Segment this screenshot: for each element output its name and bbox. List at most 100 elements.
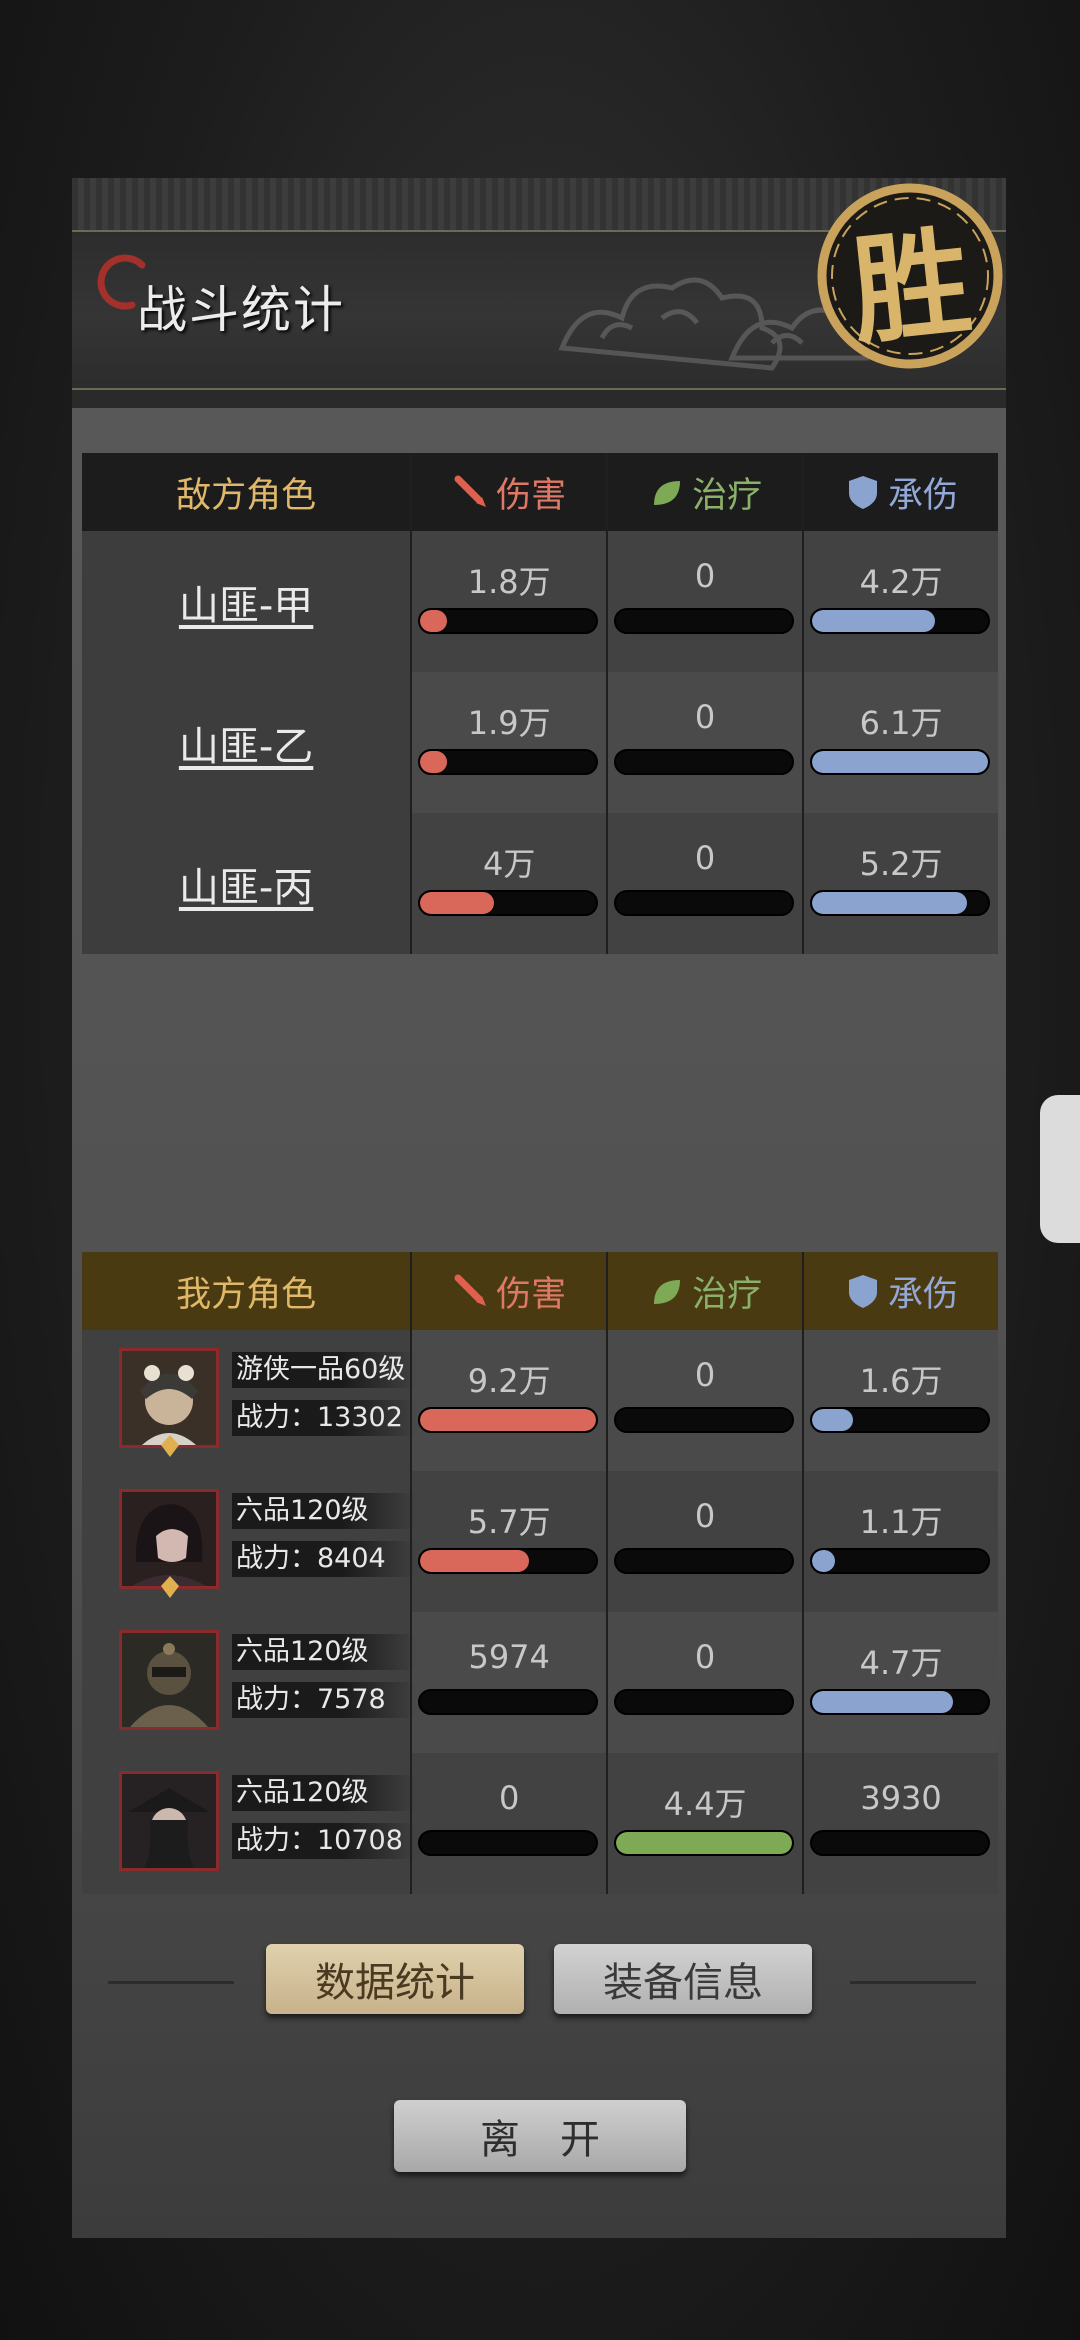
ally-row: 六品120级 战力：10708 0 4.4万 3930 — [82, 1753, 998, 1894]
sword-icon — [454, 1274, 487, 1306]
tank-bar — [810, 1689, 991, 1715]
tank-value: 4.2万 — [859, 563, 943, 601]
tank-bar-fill — [812, 1691, 953, 1713]
tank-value: 4.7万 — [859, 1644, 943, 1682]
enemy-row: 山匪-甲 1.8万 0 4.2万 — [82, 531, 998, 672]
damage-stat-cell: 5974 — [410, 1612, 606, 1753]
enemy-name-link[interactable]: 山匪-乙 — [179, 714, 313, 772]
shield-icon — [849, 1275, 878, 1308]
hero-power: 战力：8404 — [232, 1541, 416, 1577]
leaf-icon — [654, 1280, 681, 1304]
damage-stat-cell: 1.9万 — [410, 672, 606, 813]
enemy-name-link[interactable]: 山匪-丙 — [179, 855, 313, 913]
tank-bar-fill — [812, 1409, 853, 1431]
heal-bar — [614, 1830, 795, 1856]
tank-column-header: 承伤 — [802, 453, 998, 531]
hero-rank-level: 六品120级 — [232, 1493, 416, 1529]
hero-power: 战力：7578 — [232, 1682, 416, 1718]
damage-column-header: 伤害 — [410, 1252, 606, 1330]
hero-avatar[interactable] — [119, 1771, 219, 1871]
damage-bar-fill — [420, 1550, 530, 1572]
damage-value: 1.9万 — [467, 704, 551, 742]
damage-bar — [418, 1830, 599, 1856]
heal-bar — [614, 749, 795, 775]
tank-bar — [810, 890, 991, 916]
heal-value: 0 — [694, 1356, 716, 1394]
divider-left — [108, 1981, 234, 1984]
damage-column-header: 伤害 — [410, 453, 606, 531]
damage-bar — [418, 1689, 599, 1715]
tank-value: 6.1万 — [859, 704, 943, 742]
tank-stat-cell: 6.1万 — [802, 672, 998, 813]
heal-value: 0 — [694, 1497, 716, 1535]
tank-bar — [810, 608, 991, 634]
hero-rank-level: 游侠一品60级 — [232, 1352, 416, 1388]
heal-stat-cell: 0 — [606, 672, 802, 813]
ally-stats-table: 我方角色 伤害 治疗 承伤 游侠一品60级 战力：13302 9.2万 0 1.6万 六品… — [82, 1252, 998, 1894]
enemy-table-header: 敌方角色 伤害 治疗 承伤 — [82, 453, 998, 531]
page-title: 战斗统计 — [137, 281, 345, 339]
tank-stat-cell: 3930 — [802, 1753, 998, 1894]
heal-bar — [614, 890, 795, 916]
damage-value: 0 — [498, 1779, 520, 1817]
tank-value: 1.6万 — [859, 1362, 943, 1400]
heal-bar — [614, 1689, 795, 1715]
data-stats-button[interactable]: 数据统计 — [266, 1944, 524, 2014]
hero-power: 战力：13302 — [232, 1400, 416, 1436]
rank-badge-icon — [161, 1576, 179, 1598]
divider-right — [850, 1981, 976, 1984]
ally-row: 六品120级 战力：7578 5974 0 4.7万 — [82, 1612, 998, 1753]
tank-stat-cell: 1.1万 — [802, 1471, 998, 1612]
damage-bar — [418, 1548, 599, 1574]
hero-power: 战力：10708 — [232, 1823, 416, 1859]
shield-icon — [849, 476, 878, 509]
rank-badge-icon — [161, 1435, 179, 1457]
hero-avatar[interactable] — [119, 1489, 219, 1589]
heal-value: 0 — [694, 698, 716, 736]
tank-stat-cell: 1.6万 — [802, 1330, 998, 1471]
enemy-section-label: 敌方角色 — [176, 475, 317, 516]
tank-bar-fill — [812, 751, 989, 773]
heal-value: 0 — [694, 839, 716, 877]
tank-column-header: 承伤 — [802, 1252, 998, 1330]
tank-value: 1.1万 — [859, 1503, 943, 1541]
tank-value: 3930 — [860, 1779, 942, 1817]
ally-row: 游侠一品60级 战力：13302 9.2万 0 1.6万 — [82, 1330, 998, 1471]
heal-stat-cell: 0 — [606, 531, 802, 672]
damage-bar — [418, 890, 599, 916]
damage-stat-cell: 4万 — [410, 813, 606, 954]
side-drawer-handle[interactable] — [1040, 1095, 1080, 1243]
enemy-name-link[interactable]: 山匪-甲 — [179, 573, 313, 631]
damage-bar — [418, 749, 599, 775]
heal-stat-cell: 4.4万 — [606, 1753, 802, 1894]
heal-bar — [614, 1407, 795, 1433]
tank-bar-fill — [812, 892, 967, 914]
damage-value: 5.7万 — [467, 1503, 551, 1541]
ally-section-label: 我方角色 — [176, 1274, 317, 1315]
damage-bar-fill — [420, 1409, 597, 1431]
enemy-row: 山匪-丙 4万 0 5.2万 — [82, 813, 998, 954]
heal-stat-cell: 0 — [606, 1612, 802, 1753]
tank-bar — [810, 749, 991, 775]
heal-bar — [614, 608, 795, 634]
damage-bar-fill — [420, 610, 447, 632]
hero-avatar[interactable] — [119, 1348, 219, 1448]
tank-bar — [810, 1548, 991, 1574]
leaf-icon — [654, 481, 681, 505]
heal-column-header: 治疗 — [606, 453, 802, 531]
heal-value: 4.4万 — [663, 1785, 747, 1823]
tank-bar — [810, 1830, 991, 1856]
hero-avatar[interactable] — [119, 1630, 219, 1730]
leave-button[interactable]: 离开 — [394, 2100, 686, 2172]
heal-stat-cell: 0 — [606, 813, 802, 954]
ally-row: 六品120级 战力：8404 5.7万 0 1.1万 — [82, 1471, 998, 1612]
damage-value: 4万 — [482, 845, 536, 883]
hero-rank-level: 六品120级 — [232, 1634, 416, 1670]
tank-bar — [810, 1407, 991, 1433]
equipment-info-button[interactable]: 装备信息 — [554, 1944, 812, 2014]
damage-value: 1.8万 — [467, 563, 551, 601]
heal-value: 0 — [694, 557, 716, 595]
tank-stat-cell: 5.2万 — [802, 813, 998, 954]
damage-bar-fill — [420, 751, 447, 773]
tank-bar-fill — [812, 610, 936, 632]
